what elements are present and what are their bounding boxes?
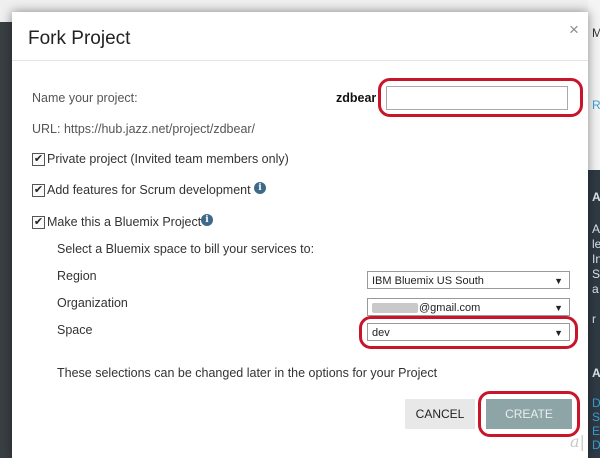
project-owner-name: zdbear	[336, 91, 377, 105]
bluemix-space-prompt: Select a Bluemix space to bill your serv…	[57, 242, 315, 256]
close-icon[interactable]: ×	[569, 20, 579, 40]
private-project-checkbox[interactable]: ✔	[32, 153, 45, 166]
organization-select-value: @gmail.com	[419, 302, 481, 314]
scrum-features-checkbox[interactable]: ✔	[32, 184, 45, 197]
checkmark-icon: ✔	[33, 153, 44, 165]
selection-footnote: These selections can be changed later in…	[57, 366, 438, 380]
region-label: Region	[57, 269, 97, 283]
project-url-text: URL: https://hub.jazz.net/project/zdbear…	[32, 122, 256, 136]
organization-select[interactable]: @gmail.com ▼	[367, 298, 570, 316]
dialog-title: Fork Project	[28, 28, 131, 49]
organization-label: Organization	[57, 296, 128, 310]
space-label: Space	[57, 323, 93, 337]
highlight-ring-project-name	[378, 78, 583, 117]
bluemix-project-checkbox[interactable]: ✔	[32, 216, 45, 229]
background-link: S	[592, 410, 600, 424]
checkmark-icon: ✔	[33, 184, 44, 196]
cancel-button[interactable]: CANCEL	[405, 399, 475, 429]
info-icon[interactable]: i	[201, 214, 213, 226]
chevron-down-icon: ▼	[554, 276, 563, 286]
background-link: E	[592, 424, 600, 438]
project-name-label: Name your project:	[32, 91, 138, 105]
region-select-value: IBM Bluemix US South	[372, 275, 484, 287]
background-left-panel	[0, 22, 12, 458]
background-text: le	[592, 237, 600, 251]
watermark-logo: a|	[570, 432, 585, 451]
background-text: S	[592, 267, 600, 281]
highlight-ring-space	[359, 316, 578, 349]
highlight-ring-create	[478, 391, 580, 437]
background-text: In	[592, 252, 600, 266]
checkmark-icon: ✔	[33, 216, 44, 228]
background-text: M	[592, 26, 600, 40]
background-text: r	[592, 312, 596, 326]
background-text: a	[592, 282, 599, 296]
bluemix-project-label[interactable]: Make this a Bluemix Project	[47, 215, 201, 229]
background-link: D	[592, 396, 600, 410]
chevron-down-icon: ▼	[554, 303, 563, 313]
redacted-email-blur	[372, 303, 418, 314]
info-icon[interactable]: i	[254, 182, 266, 194]
background-link: D	[592, 438, 600, 452]
region-select[interactable]: IBM Bluemix US South ▼	[367, 271, 570, 289]
dialog-header: Fork Project ×	[12, 12, 588, 61]
fork-project-dialog: Fork Project × Name your project: zdbear…	[12, 12, 588, 458]
background-text: A	[592, 190, 600, 204]
scrum-features-label[interactable]: Add features for Scrum development	[47, 183, 251, 197]
private-project-label[interactable]: Private project (Invited team members on…	[47, 152, 289, 166]
background-text: A	[592, 222, 600, 236]
background-link: R	[592, 98, 600, 112]
background-text: A	[592, 366, 600, 380]
